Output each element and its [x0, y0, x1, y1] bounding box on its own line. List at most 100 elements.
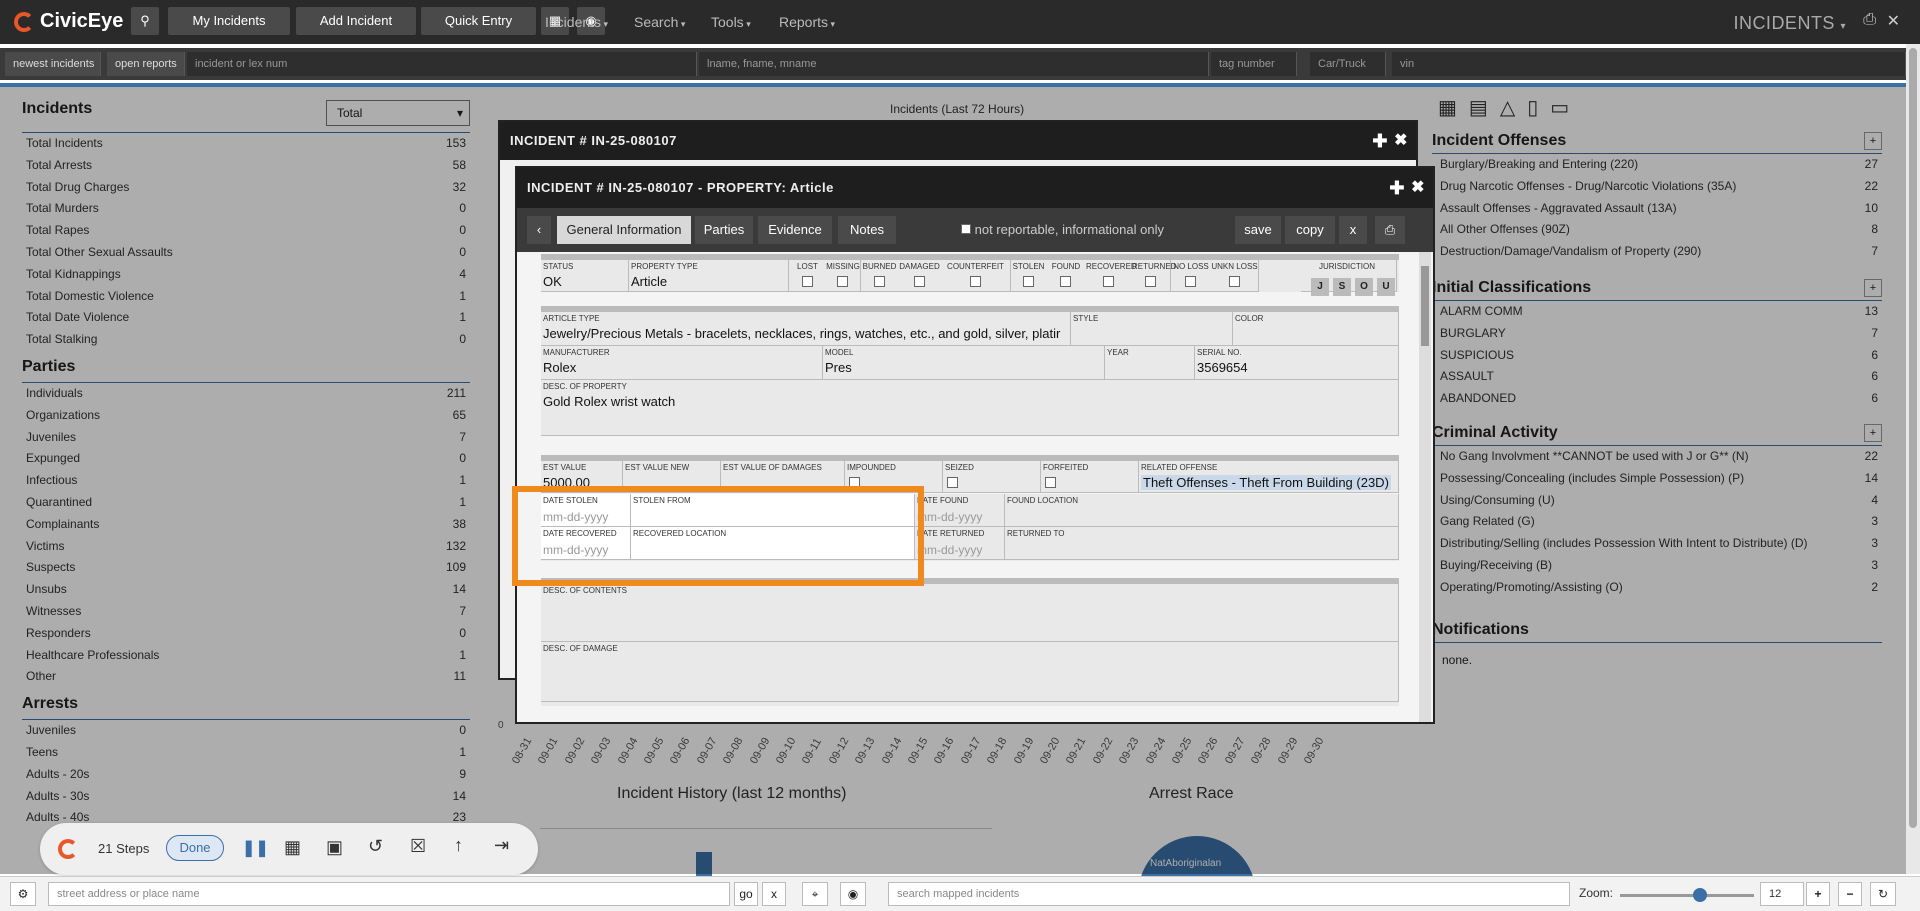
zoom-in-button[interactable]: +	[1806, 882, 1830, 906]
manufacturer-field[interactable]: MANUFACTURER Rolex	[541, 346, 823, 380]
status-checkbox[interactable]	[801, 276, 813, 287]
date-returned-input[interactable]: mm-dd-yyyy	[917, 543, 982, 557]
incident-search-input[interactable]: incident or lex num	[187, 52, 697, 76]
mapped-incidents-search[interactable]: search mapped incidents	[888, 882, 1570, 906]
page-scrollbar[interactable]	[1906, 44, 1920, 874]
tab-evidence[interactable]: Evidence	[758, 216, 832, 244]
menu-reports[interactable]: Reports	[779, 14, 835, 30]
close-icon[interactable]: ✖	[1411, 168, 1425, 208]
status-checkbox[interactable]	[1228, 276, 1240, 287]
status-checkbox[interactable]	[1103, 276, 1114, 287]
zoom-level-input[interactable]: 12	[1760, 882, 1804, 906]
skip-end-icon[interactable]: ⇥	[494, 835, 509, 856]
expand-icon[interactable]: ✚	[1372, 122, 1388, 160]
pause-icon[interactable]: ❚❚	[242, 838, 269, 858]
damage-field[interactable]: DESC. OF DAMAGE	[541, 642, 1399, 702]
tag-search-input[interactable]: tag number	[1211, 52, 1297, 76]
print-button[interactable]: ⎙	[1375, 216, 1405, 244]
serial-field[interactable]: SERIAL NO. 3569654	[1195, 346, 1399, 380]
incident-dialog-title: INCIDENT # IN-25-080107 ✚ ✖	[500, 122, 1416, 160]
menu-tools[interactable]: Tools	[711, 14, 751, 30]
model-field[interactable]: MODEL Pres	[823, 346, 1105, 380]
zoom-slider[interactable]	[1620, 888, 1754, 902]
seized-checkbox[interactable]	[947, 477, 958, 488]
expand-icon[interactable]: ✚	[1389, 168, 1405, 208]
done-button[interactable]: Done	[166, 835, 224, 861]
go-button[interactable]: go	[734, 882, 758, 906]
status-checkbox[interactable]	[1145, 276, 1156, 287]
date-found-input[interactable]: mm-dd-yyyy	[917, 510, 982, 524]
vin-search-input[interactable]: vin	[1392, 52, 1906, 76]
jurisdiction-s-button[interactable]: S	[1333, 278, 1351, 296]
clear-address-button[interactable]: x	[762, 882, 786, 906]
image-icon[interactable]: ▣	[326, 837, 343, 858]
print-icon[interactable]: ⎙	[1863, 11, 1876, 29]
blur-icon[interactable]: ▦	[284, 837, 301, 858]
refresh-button[interactable]: ↻	[1870, 882, 1896, 906]
newest-incidents-button[interactable]: newest incidents	[5, 52, 101, 76]
save-button[interactable]: save	[1235, 216, 1281, 244]
tab-general-information[interactable]: General Information	[557, 216, 691, 244]
related-offense-value: Theft Offenses - Theft From Building (23…	[1141, 475, 1391, 490]
close-icon[interactable]: ✕	[1887, 11, 1900, 31]
seized-label: SEIZED	[945, 463, 974, 472]
undo-icon[interactable]: ↺	[368, 836, 383, 857]
close-button[interactable]: x	[1339, 216, 1367, 244]
vehicle-type-select[interactable]: Car/Truck	[1310, 52, 1386, 76]
zoom-slider-thumb[interactable]	[1693, 888, 1708, 902]
tab-parties[interactable]: Parties	[695, 216, 753, 244]
not-reportable-checkbox[interactable]	[961, 224, 971, 234]
status-checkbox[interactable]	[969, 276, 981, 287]
quick-entry-button[interactable]: Quick Entry	[421, 7, 536, 35]
trash-icon[interactable]: ☒	[410, 836, 426, 857]
add-incident-button[interactable]: Add Incident	[296, 7, 416, 35]
back-button[interactable]: ‹	[527, 216, 551, 244]
jurisdiction-o-button[interactable]: O	[1355, 278, 1373, 296]
forfeited-checkbox[interactable]	[1045, 477, 1056, 488]
settings-button[interactable]: ⚙	[10, 882, 36, 906]
locate-button[interactable]: ⌖	[802, 882, 828, 906]
name-search-input[interactable]: lname, fname, mname	[699, 52, 1209, 76]
jurisdiction-u-button[interactable]: U	[1377, 278, 1395, 296]
open-reports-button[interactable]: open reports	[107, 52, 185, 76]
tab-notes[interactable]: Notes	[838, 216, 896, 244]
status-checkbox[interactable]	[1185, 276, 1196, 287]
menu-incidents[interactable]: Incidents	[545, 14, 608, 30]
zoom-out-button[interactable]: −	[1838, 882, 1862, 906]
property-type-field[interactable]: PROPERTY TYPE Article	[629, 260, 789, 292]
status-checkbox[interactable]	[1022, 276, 1034, 287]
year-field[interactable]: YEAR	[1105, 346, 1195, 380]
property-dialog: INCIDENT # IN-25-080107 - PROPERTY: Arti…	[515, 166, 1435, 724]
scrollbar-thumb[interactable]	[1909, 48, 1917, 828]
status-checkbox[interactable]	[1060, 276, 1071, 287]
status-field[interactable]: STATUS OK	[541, 260, 629, 292]
page-title-dropdown[interactable]: INCIDENTS ▾	[1733, 13, 1846, 34]
style-field[interactable]: STYLE	[1071, 312, 1233, 346]
forfeited-label: FORFEITED	[1043, 463, 1089, 472]
jurisdiction-j-button[interactable]: J	[1311, 278, 1329, 296]
search-button[interactable]: ⚲	[131, 7, 159, 35]
contents-field[interactable]: DESC. OF CONTENTS	[541, 584, 1399, 642]
description-field[interactable]: DESC. OF PROPERTY Gold Rolex wrist watch	[541, 380, 1399, 436]
app-logo[interactable]: CivicEye	[14, 10, 123, 33]
related-offense-field[interactable]: RELATED OFFENSE Theft Offenses - Theft Fr…	[1139, 461, 1399, 493]
found-location-field[interactable]: FOUND LOCATION	[1005, 494, 1399, 527]
status-checkbox[interactable]	[837, 276, 848, 287]
map-pin-button[interactable]: ◉	[840, 882, 866, 906]
copy-button[interactable]: copy	[1285, 216, 1335, 244]
returned-to-field[interactable]: RETURNED TO	[1005, 527, 1399, 560]
dialog-scrollbar[interactable]	[1419, 252, 1431, 722]
arrow-up-icon[interactable]: ↑	[454, 835, 463, 856]
not-reportable-toggle[interactable]: not reportable, informational only	[961, 222, 1164, 237]
menu-search[interactable]: Search	[634, 14, 685, 30]
color-field[interactable]: COLOR	[1233, 312, 1399, 346]
date-returned-field[interactable]: DATE RETURNED mm-dd-yyyy	[915, 527, 1005, 560]
close-icon[interactable]: ✖	[1394, 122, 1408, 160]
date-found-field[interactable]: DATE FOUND mm-dd-yyyy	[915, 494, 1005, 527]
status-checkbox[interactable]	[913, 276, 925, 287]
dialog-scrollbar-thumb[interactable]	[1421, 266, 1429, 346]
address-input[interactable]: street address or place name	[48, 882, 730, 906]
my-incidents-button[interactable]: My Incidents	[168, 7, 290, 35]
status-checkbox[interactable]	[873, 276, 885, 287]
article-type-field[interactable]: ARTICLE TYPE Jewelry/Precious Metals - br…	[541, 312, 1071, 346]
